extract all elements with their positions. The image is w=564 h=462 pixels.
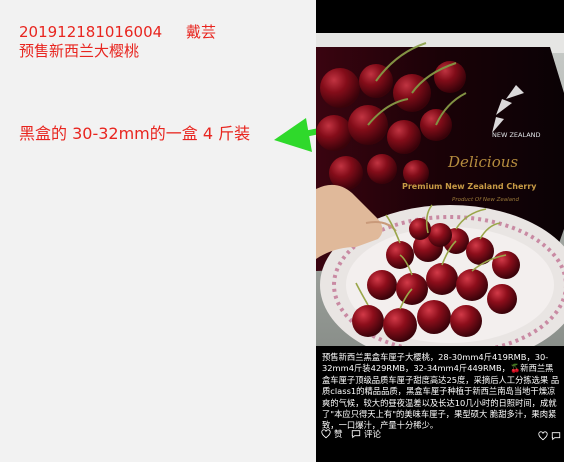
box-origin: Product Of New Zealand xyxy=(452,197,520,203)
like-label: 赞 xyxy=(334,430,343,440)
arrow-annotation-text: 黑盒的 30-32mm的一盒 4 斤装 xyxy=(19,124,251,143)
box-brand-line2: Delicious xyxy=(447,153,518,171)
note-line-id-name: 201912181016004 戴芸 xyxy=(19,23,216,41)
phone-screenshot: NEW ZEALAND Delicious Premium New Zealan… xyxy=(316,0,564,462)
cherry-photo: NEW ZEALAND Delicious Premium New Zealan… xyxy=(316,33,564,346)
post-actions-bar: 赞 评论 xyxy=(316,428,564,444)
comment-icon xyxy=(351,430,361,439)
note-line-title: 预售新西兰大樱桃 xyxy=(19,42,140,60)
like-button[interactable]: 赞 xyxy=(321,428,343,440)
comment-label: 评论 xyxy=(364,430,382,440)
post-caption: 预售新西兰黑盒车厘子大樱桃，28-30mm4斤419RMB，30-32mm4斤装… xyxy=(322,352,560,431)
box-subtitle: Premium New Zealand Cherry xyxy=(402,182,537,191)
box-brand-line1: NEW ZEALAND xyxy=(492,131,541,139)
heart-icon[interactable] xyxy=(538,431,548,441)
heart-icon xyxy=(321,429,331,439)
comment-button[interactable]: 评论 xyxy=(351,428,381,440)
comment-icon[interactable] xyxy=(551,431,561,441)
